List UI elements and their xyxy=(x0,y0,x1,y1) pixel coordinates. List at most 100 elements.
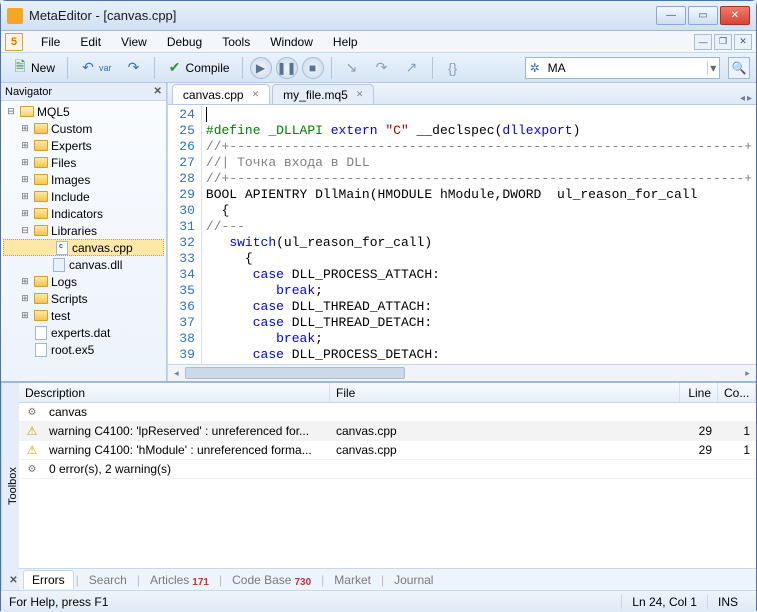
col-col[interactable]: Co... xyxy=(718,383,756,402)
menu-file[interactable]: File xyxy=(31,33,70,51)
new-button[interactable]: 🗎 New xyxy=(7,56,60,80)
tab-next-button[interactable]: ▸ xyxy=(747,93,752,104)
toolbox-panel: ✕ Toolbox Description File Line Co... ⚙c… xyxy=(1,381,756,590)
var-forward-button[interactable]: ↷ xyxy=(121,56,147,80)
step-over-button[interactable]: ↷ xyxy=(369,56,395,80)
menu-debug[interactable]: Debug xyxy=(157,33,212,51)
minimize-button[interactable]: — xyxy=(656,6,686,25)
navigator-close-button[interactable]: ✕ xyxy=(154,86,162,97)
col-line[interactable]: Line xyxy=(680,383,718,402)
navigator-tree[interactable]: ⊟ MQL5⊞Custom⊞Experts⊞Files⊞Images⊞Includ… xyxy=(1,101,166,381)
search-gear-icon[interactable]: ✲ xyxy=(526,61,544,75)
tree-label: MQL5 xyxy=(37,105,70,119)
tree-node-scripts[interactable]: ⊞ Scripts xyxy=(1,290,166,307)
brackets-button[interactable]: {} xyxy=(440,56,466,80)
toolbox-label-text: Toolbox xyxy=(7,468,19,506)
mdi-minimize-button[interactable]: — xyxy=(694,34,712,50)
code-area[interactable]: 24252627282930313233343536373839 #define… xyxy=(168,105,756,364)
mdi-restore-button[interactable]: ❐ xyxy=(714,34,732,50)
tree-label: Libraries xyxy=(51,224,97,238)
tree-label: canvas.cpp xyxy=(72,241,133,255)
tree-node-libraries[interactable]: ⊟ Libraries xyxy=(1,222,166,239)
row-line: 29 xyxy=(680,424,718,438)
five-logo-icon[interactable]: 5 xyxy=(5,33,23,51)
scroll-right-button[interactable]: ▸ xyxy=(739,365,756,382)
tree-node-include[interactable]: ⊞Include xyxy=(1,188,166,205)
toolbox-tab-errors[interactable]: Errors xyxy=(23,570,74,589)
mdi-close-button[interactable]: ✕ xyxy=(734,34,752,50)
toolbox-tab-journal[interactable]: Journal xyxy=(386,571,441,589)
toolbox-tab-code-base[interactable]: Code Base730 xyxy=(224,571,319,589)
tree-node-experts[interactable]: ⊞Experts xyxy=(1,137,166,154)
toolbox-row[interactable]: ⚠warning C4100: 'lpReserved' : unreferen… xyxy=(19,422,756,441)
tab-close-icon[interactable]: ✕ xyxy=(252,89,260,100)
menu-help[interactable]: Help xyxy=(323,33,368,51)
pause-button[interactable]: ❚❚ xyxy=(276,57,298,79)
tab-close-icon[interactable]: ✕ xyxy=(356,89,364,100)
tree-node-images[interactable]: ⊞Images xyxy=(1,171,166,188)
search-dropdown-button[interactable]: ▾ xyxy=(707,61,719,75)
menu-edit[interactable]: Edit xyxy=(70,33,111,51)
tree-node-test[interactable]: ⊞test xyxy=(1,307,166,324)
magnifier-icon: 🔍 xyxy=(732,61,747,75)
toolbox-row[interactable]: ⚙canvas xyxy=(19,403,756,422)
tree-twisty-icon[interactable]: ⊟ xyxy=(19,225,31,236)
var-back-button[interactable]: ↶var xyxy=(75,56,117,80)
tree-node-experts-dat[interactable]: experts.dat xyxy=(1,324,166,341)
scroll-thumb[interactable] xyxy=(185,367,405,379)
tree-twisty-icon[interactable]: ⊞ xyxy=(19,174,31,185)
menu-view[interactable]: View xyxy=(111,33,157,51)
code-text[interactable]: #define _DLLAPI extern "C" __declspec(dl… xyxy=(202,105,756,364)
tree-twisty-icon[interactable]: ⊞ xyxy=(19,310,31,321)
tree-node-root-ex5[interactable]: root.ex5 xyxy=(1,341,166,358)
tree-node-files[interactable]: ⊞Files xyxy=(1,154,166,171)
toolbox-tab-search[interactable]: Search xyxy=(81,571,135,589)
tree-twisty-icon[interactable]: ⊞ xyxy=(19,123,31,134)
brackets-icon: {} xyxy=(445,60,461,76)
navigator-title: Navigator xyxy=(5,86,52,98)
toolbox-row[interactable]: ⚙0 error(s), 2 warning(s) xyxy=(19,460,756,479)
tab-label: Journal xyxy=(394,573,433,587)
tree-twisty-icon[interactable]: ⊞ xyxy=(19,191,31,202)
close-button[interactable]: ✕ xyxy=(720,6,750,25)
maximize-button[interactable]: ▭ xyxy=(688,6,718,25)
tree-node-mql5[interactable]: ⊟ MQL5 xyxy=(1,103,166,120)
search-go-button[interactable]: 🔍 xyxy=(728,57,750,79)
play-button[interactable]: ▶ xyxy=(250,57,272,79)
stop-button[interactable]: ■ xyxy=(302,57,324,79)
editor-tab-my_file-mq5[interactable]: my_file.mq5✕ xyxy=(272,84,374,104)
editor-tab-canvas-cpp[interactable]: canvas.cpp✕ xyxy=(172,84,270,104)
toolbox-body: Description File Line Co... ⚙canvas⚠warn… xyxy=(19,383,756,590)
step-into-button[interactable]: ↘ xyxy=(339,56,365,80)
toolbox-tab-articles[interactable]: Articles171 xyxy=(142,571,217,589)
status-help-text: For Help, press F1 xyxy=(9,595,108,609)
compile-button[interactable]: ✔ Compile xyxy=(162,56,235,80)
tree-node-custom[interactable]: ⊞Custom xyxy=(1,120,166,137)
tree-twisty-icon[interactable]: ⊞ xyxy=(19,276,31,287)
menu-tools[interactable]: Tools xyxy=(212,33,260,51)
scroll-left-button[interactable]: ◂ xyxy=(168,365,185,382)
menu-window[interactable]: Window xyxy=(260,33,323,51)
toolbox-rows[interactable]: ⚙canvas⚠warning C4100: 'lpReserved' : un… xyxy=(19,403,756,568)
tree-node-logs[interactable]: ⊞Logs xyxy=(1,273,166,290)
tree-twisty-icon[interactable]: ⊞ xyxy=(19,208,31,219)
col-file[interactable]: File xyxy=(330,383,680,402)
tree-node-canvas-dll[interactable]: canvas.dll xyxy=(1,256,166,273)
tree-node-canvas-cpp[interactable]: canvas.cpp xyxy=(3,239,164,256)
horizontal-scrollbar[interactable]: ◂ ▸ xyxy=(168,364,756,381)
search-input[interactable] xyxy=(544,61,707,75)
step-out-button[interactable]: ↗ xyxy=(399,56,425,80)
tree-twisty-icon[interactable]: ⊞ xyxy=(19,293,31,304)
tree-node-indicators[interactable]: ⊞Indicators xyxy=(1,205,166,222)
tab-prev-button[interactable]: ◂ xyxy=(740,93,745,104)
col-description[interactable]: Description xyxy=(19,383,330,402)
tree-twisty-icon[interactable]: ⊞ xyxy=(19,157,31,168)
tab-separator: | xyxy=(135,573,142,587)
toolbox-row[interactable]: ⚠warning C4100: 'hModule' : unreferenced… xyxy=(19,441,756,460)
info-icon: ⚙ xyxy=(28,464,37,475)
toolbox-close-button[interactable]: ✕ xyxy=(8,575,19,586)
toolbox-tab-market[interactable]: Market xyxy=(326,571,379,589)
tree-twisty-icon[interactable]: ⊟ xyxy=(5,106,17,117)
tree-twisty-icon[interactable]: ⊞ xyxy=(19,140,31,151)
tree-label: Scripts xyxy=(51,292,88,306)
